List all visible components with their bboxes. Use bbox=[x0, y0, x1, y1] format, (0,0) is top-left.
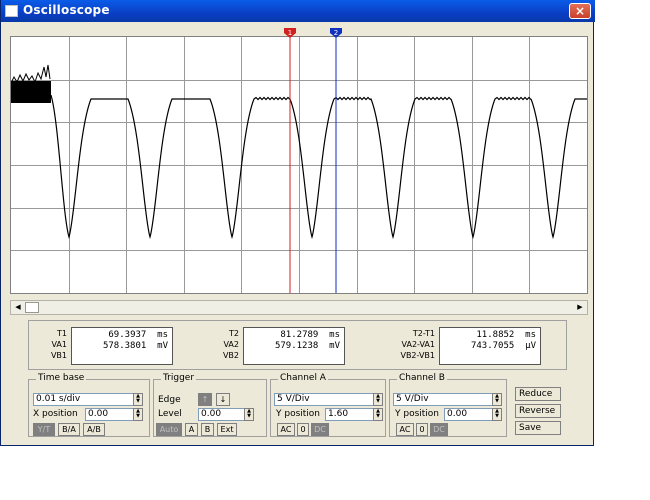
trigger-auto-button[interactable]: Auto bbox=[156, 423, 182, 436]
diff-label: T2-T1 bbox=[412, 329, 435, 338]
scroll-left-icon[interactable]: ◀ bbox=[12, 302, 24, 313]
channel-a-scale-select[interactable]: 5 V/Div bbox=[274, 393, 374, 406]
vb-diff-label: VB2-VB1 bbox=[400, 351, 435, 360]
time-scrollbar[interactable]: ◀ ▶ bbox=[10, 300, 588, 315]
level-spin-icon[interactable]: ▲ ▼ bbox=[244, 408, 254, 421]
mode-ab-button[interactable]: A/B bbox=[83, 423, 105, 436]
reverse-button[interactable]: Reverse bbox=[515, 404, 561, 418]
channel-b-title: Channel B bbox=[397, 373, 447, 383]
mode-ba-button[interactable]: B/A bbox=[58, 423, 80, 436]
timebase-title: Time base bbox=[36, 373, 87, 383]
va-diff-value: 743.7055 µV bbox=[470, 341, 536, 351]
channel-b-scale-select[interactable]: 5 V/Div bbox=[393, 393, 493, 406]
scroll-thumb[interactable] bbox=[25, 302, 39, 313]
scope-grid bbox=[11, 37, 587, 293]
channel-b-ac-button[interactable]: AC bbox=[396, 423, 414, 436]
cursor-t2-label: 2 bbox=[334, 29, 338, 37]
cursor-handles: 1 2 bbox=[284, 28, 342, 38]
xpos-label: X position bbox=[33, 409, 78, 419]
channel-b-ypos-label: Y position bbox=[395, 409, 440, 419]
timebase-panel: Time base 0.01 s/div ▲ ▼ X position 0.00 … bbox=[28, 373, 150, 437]
trigger-b-button[interactable]: B bbox=[201, 423, 214, 436]
close-button[interactable]: × bbox=[569, 3, 591, 19]
scroll-right-icon[interactable]: ▶ bbox=[574, 302, 586, 313]
mode-yt-button[interactable]: Y/T bbox=[33, 423, 55, 436]
channel-a-title: Channel A bbox=[278, 373, 328, 383]
vb1-label: VB1 bbox=[50, 351, 67, 360]
timebase-select[interactable]: 0.01 s/div bbox=[33, 393, 135, 406]
noise-burst bbox=[11, 81, 51, 103]
edge-falling-icon[interactable]: ↓ bbox=[216, 393, 230, 406]
channel-b-dc-button[interactable]: DC bbox=[430, 423, 448, 436]
t1-readout: 69.3937 ms 578.3801 mV bbox=[71, 327, 173, 365]
timebase-spin-icon[interactable]: ▲ ▼ bbox=[133, 393, 143, 406]
xpos-spin-icon[interactable]: ▲ ▼ bbox=[133, 408, 143, 421]
channel-a-panel: Channel A 5 V/Div ▲ ▼ Y position 1.60 ▲ ▼ … bbox=[270, 373, 386, 437]
edge-label: Edge bbox=[158, 395, 181, 405]
va-diff-label: VA2-VA1 bbox=[401, 340, 435, 349]
edge-rising-icon[interactable]: ↑ bbox=[198, 393, 212, 406]
scope-display bbox=[11, 37, 587, 293]
va2-value: 579.1238 mV bbox=[274, 341, 340, 351]
channel-a-ypos-input[interactable]: 1.60 bbox=[325, 408, 375, 421]
t2-label: T2 bbox=[229, 329, 239, 338]
channel-a-ypos-spin-icon[interactable]: ▲ ▼ bbox=[373, 408, 383, 421]
t1-label: T1 bbox=[57, 329, 67, 338]
channel-b-ypos-input[interactable]: 0.00 bbox=[444, 408, 494, 421]
channel-b-ypos-spin-icon[interactable]: ▲ ▼ bbox=[492, 408, 502, 421]
t2-readout: 81.2789 ms 579.1238 mV bbox=[243, 327, 345, 365]
trigger-panel: Trigger Edge ↑ ↓ Level 0.00 ▲ ▼ Auto A B … bbox=[153, 373, 267, 437]
channel-a-dc-button[interactable]: DC bbox=[311, 423, 329, 436]
title-bar[interactable]: Oscilloscope × bbox=[1, 0, 595, 22]
measurement-panel: T1 VA1 VB1 69.3937 ms 578.3801 mV T2 VA2… bbox=[28, 320, 567, 370]
t1-time: 69.3937 ms bbox=[108, 330, 168, 340]
channel-a-scale-spin-icon[interactable]: ▲ ▼ bbox=[373, 393, 383, 406]
trigger-ext-button[interactable]: Ext bbox=[217, 423, 237, 436]
trigger-title: Trigger bbox=[161, 373, 197, 383]
channel-b-scale-spin-icon[interactable]: ▲ ▼ bbox=[492, 393, 502, 406]
reduce-button[interactable]: Reduce bbox=[515, 387, 561, 401]
save-button[interactable]: Save bbox=[515, 421, 561, 435]
level-input[interactable]: 0.00 bbox=[198, 408, 246, 421]
channel-b-panel: Channel B 5 V/Div ▲ ▼ Y position 0.00 ▲ ▼ … bbox=[389, 373, 507, 437]
oscilloscope-window: Oscilloscope × 1 2 ◀ ▶ T1 VA1 VB1 69.393… bbox=[0, 0, 595, 446]
channel-a-ypos-label: Y position bbox=[276, 409, 321, 419]
diff-readout: 11.8852 ms 743.7055 µV bbox=[439, 327, 541, 365]
xpos-input[interactable]: 0.00 bbox=[85, 408, 135, 421]
va1-label: VA1 bbox=[51, 340, 67, 349]
va1-value: 578.3801 mV bbox=[102, 341, 168, 351]
vb2-label: VB2 bbox=[222, 351, 239, 360]
cursor-t1-label: 1 bbox=[288, 29, 292, 37]
channel-b-zero-button[interactable]: 0 bbox=[416, 423, 428, 436]
va2-label: VA2 bbox=[223, 340, 239, 349]
level-label: Level bbox=[158, 409, 182, 419]
t2-time: 81.2789 ms bbox=[280, 330, 340, 340]
app-icon bbox=[5, 5, 18, 17]
trigger-a-button[interactable]: A bbox=[185, 423, 198, 436]
window-title: Oscilloscope bbox=[23, 3, 110, 17]
channel-a-zero-button[interactable]: 0 bbox=[297, 423, 309, 436]
channel-a-ac-button[interactable]: AC bbox=[277, 423, 295, 436]
diff-time: 11.8852 ms bbox=[476, 330, 536, 340]
